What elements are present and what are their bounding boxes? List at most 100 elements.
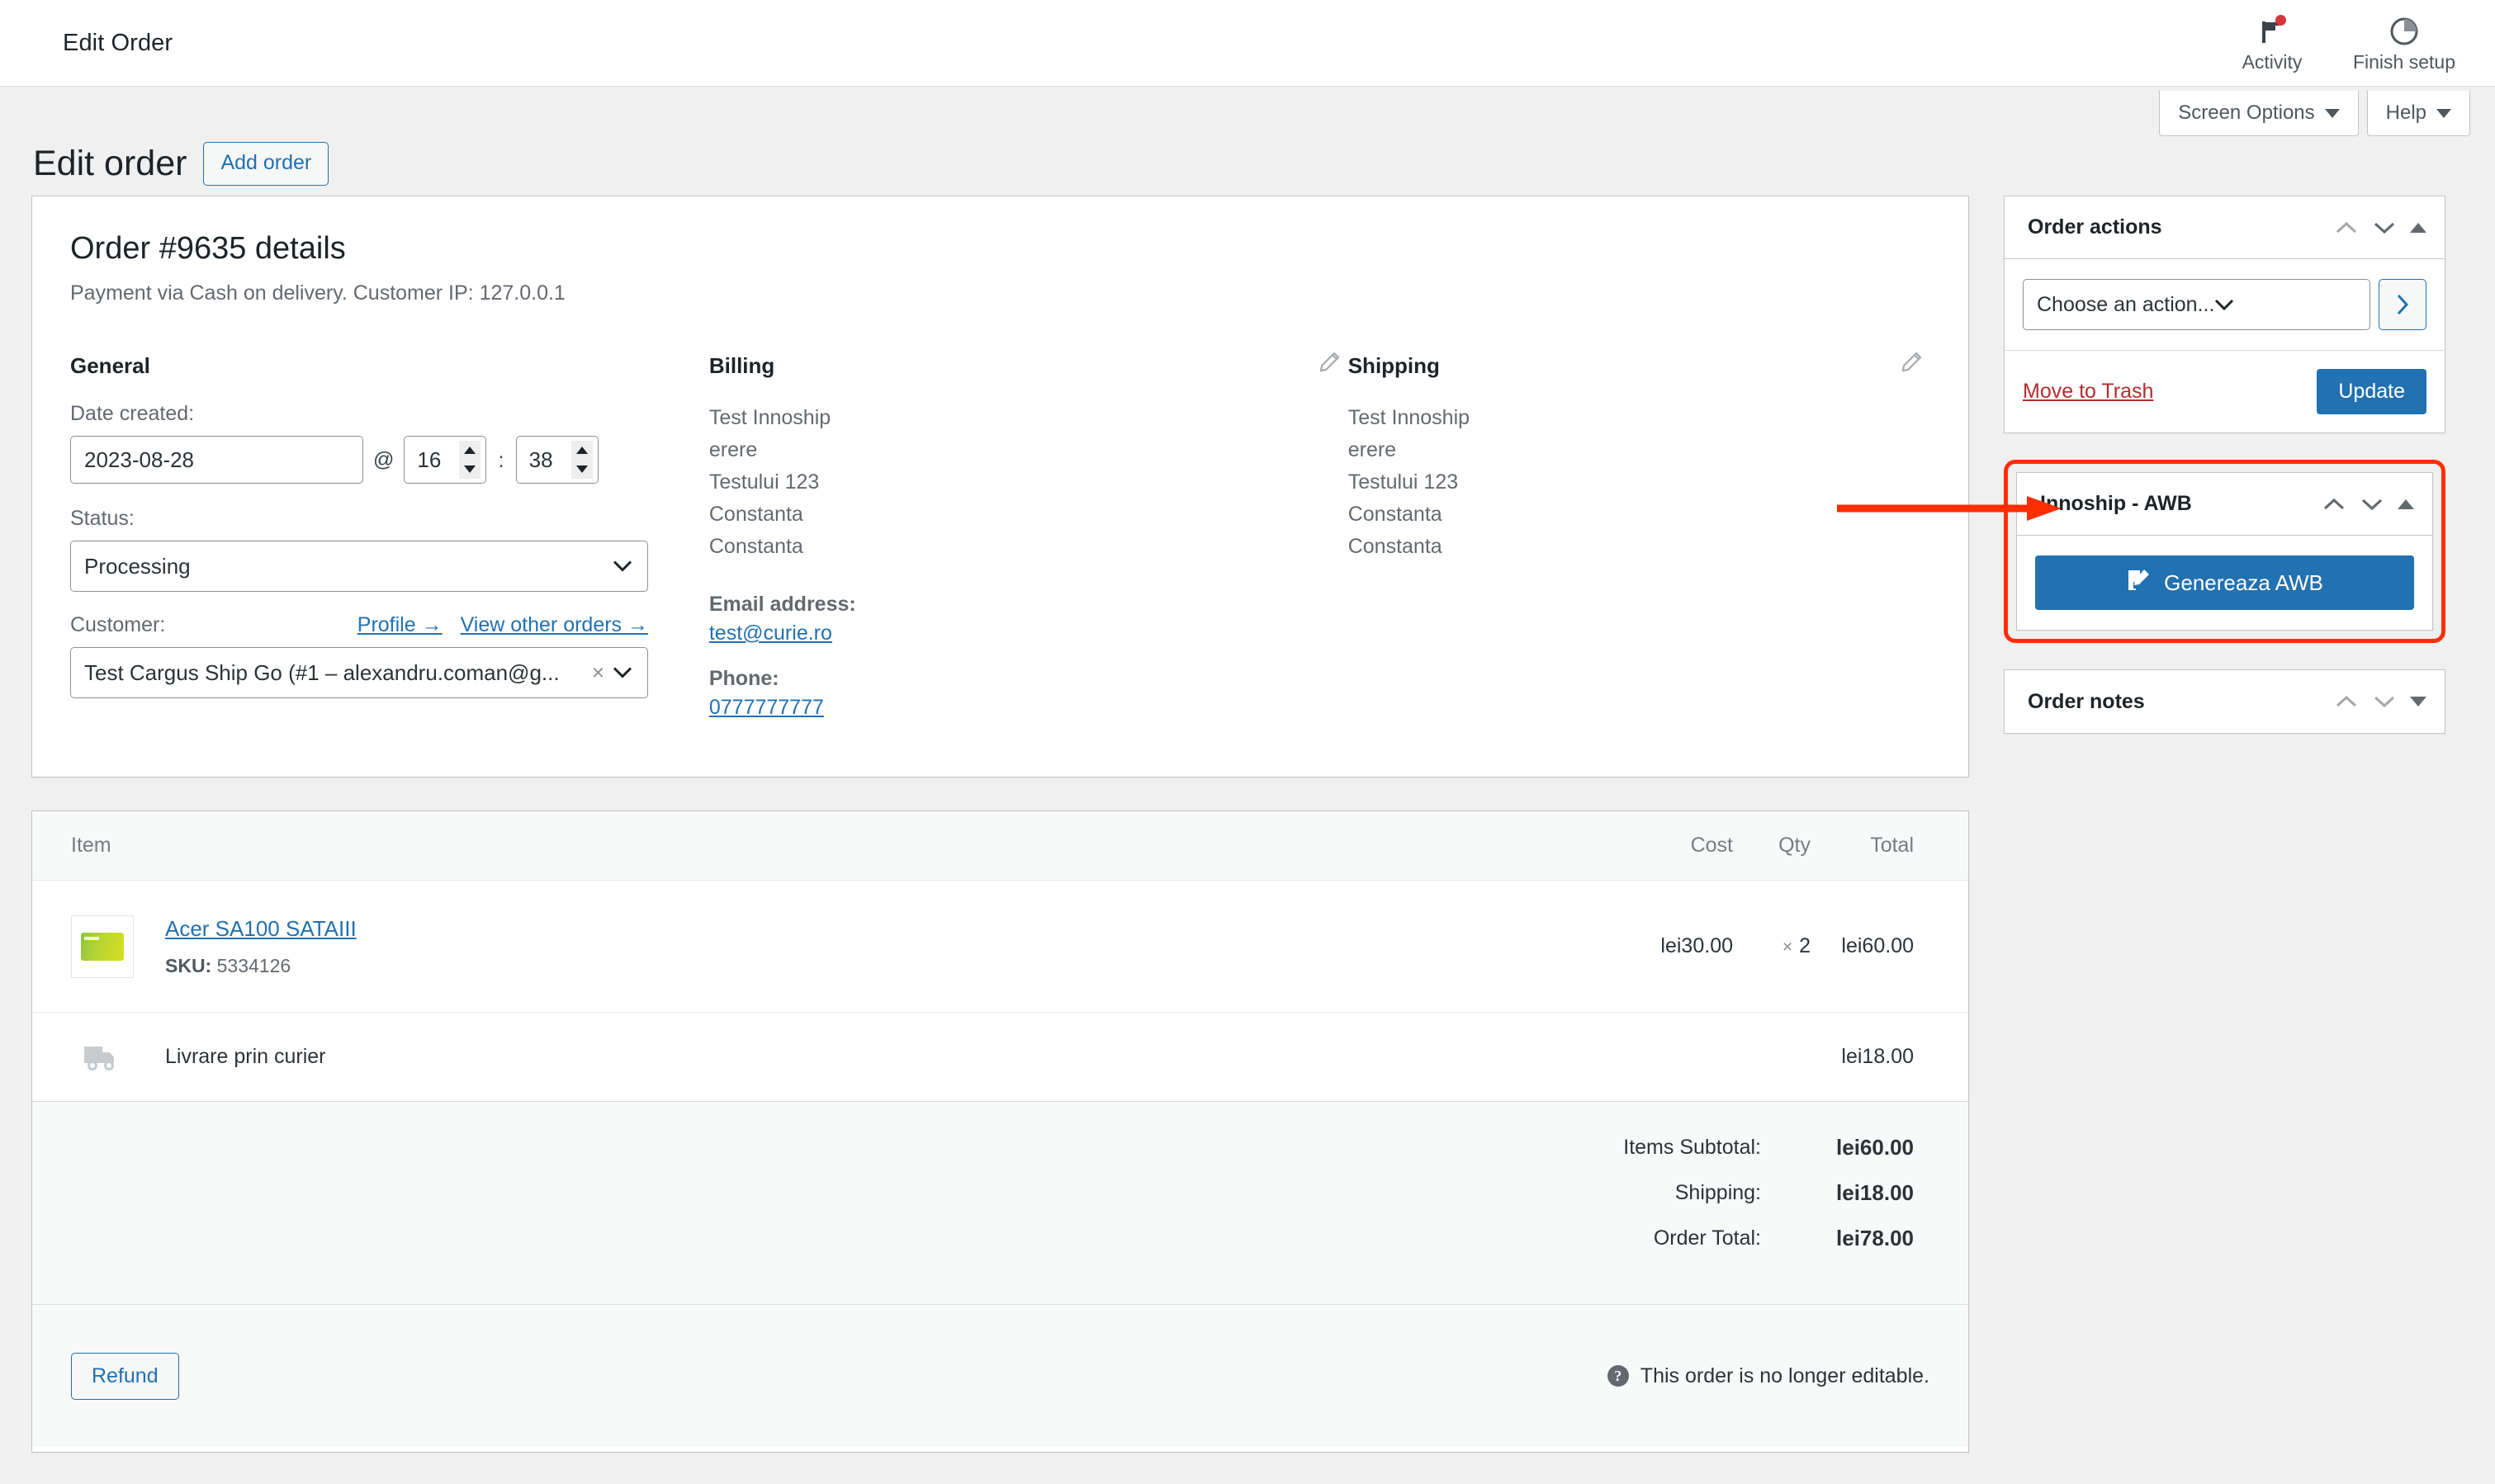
- column-header-total: Total: [1870, 834, 1914, 857]
- toggle-panel-icon[interactable]: [2410, 222, 2426, 233]
- edit-shipping-icon[interactable]: [1899, 350, 1924, 379]
- generate-awb-button[interactable]: Genereaza AWB: [2035, 555, 2414, 610]
- truck-icon: [71, 1043, 134, 1071]
- chevron-down-icon: [464, 466, 476, 473]
- toggle-panel-icon[interactable]: [2410, 697, 2426, 707]
- edit-billing-icon[interactable]: [1317, 350, 1342, 379]
- move-up-icon[interactable]: [2334, 220, 2359, 236]
- screen-meta-bar: Screen Options Help: [2159, 91, 2470, 136]
- add-order-button[interactable]: Add order: [203, 141, 329, 186]
- items-subtotal-label: Items Subtotal:: [1623, 1136, 1761, 1159]
- move-to-trash-link[interactable]: Move to Trash: [2023, 380, 2153, 404]
- shipping-address-line: Constanta: [1347, 535, 1442, 558]
- move-down-icon[interactable]: [2372, 693, 2397, 710]
- general-column: General Date created: @ 16 : 38: [70, 353, 709, 741]
- shipping-line-row[interactable]: Livrare prin curier lei18.00: [32, 1013, 1968, 1102]
- totals-row: Items Subtotal: lei60.00: [32, 1135, 1914, 1160]
- billing-column: Billing Test Innoship erere Testului 123…: [708, 350, 1348, 741]
- move-up-icon[interactable]: [2334, 693, 2359, 710]
- not-editable-notice: ? This order is no longer editable.: [1607, 1364, 1929, 1388]
- sku-value: 5334126: [216, 954, 291, 976]
- order-total-label: Order Total:: [1653, 1226, 1761, 1250]
- order-notes-header: Order notes: [2005, 670, 2445, 733]
- clear-customer-icon[interactable]: ×: [592, 660, 604, 686]
- cell-total: lei60.00: [1841, 934, 1914, 957]
- phone-label: Phone:: [708, 667, 779, 690]
- order-notes-title: Order notes: [2028, 689, 2145, 713]
- minute-spinner-buttons[interactable]: [570, 441, 593, 479]
- cell-cost: lei30.00: [1660, 934, 1733, 957]
- chevron-down-icon: [575, 466, 588, 473]
- table-row[interactable]: Acer SA100 SATAIII SKU: 5334126 lei30.00…: [32, 881, 1968, 1013]
- order-total-value: lei78.00: [1836, 1226, 1914, 1250]
- email-address-link[interactable]: test@curie.ro: [709, 621, 832, 645]
- status-select[interactable]: Processing: [70, 541, 648, 592]
- date-created-label: Date created:: [70, 402, 195, 425]
- sidebar: Order actions Choose an action... Move t…: [2004, 196, 2445, 760]
- shipping-address: Test Innoship erere Testului 123 Constan…: [1348, 402, 1930, 563]
- admin-bar: Edit Order Activity Finish setup: [0, 0, 2495, 87]
- shipping-total: lei18.00: [1841, 1045, 1914, 1068]
- order-notes-panel: Order notes: [2004, 669, 2445, 734]
- billing-address-line: Test Innoship: [708, 406, 831, 429]
- items-subtotal-value: lei60.00: [1836, 1135, 1914, 1160]
- product-image: [81, 932, 124, 961]
- billing-address-line: Constanta: [708, 503, 803, 526]
- move-up-icon[interactable]: [2322, 496, 2346, 513]
- multiply-symbol: ×: [1782, 938, 1793, 957]
- screen-options-button[interactable]: Screen Options: [2159, 91, 2359, 136]
- shipping-column: Shipping Test Innoship erere Testului 12…: [1348, 350, 1930, 741]
- order-actions-title: Order actions: [2028, 215, 2162, 239]
- hour-value: 16: [417, 447, 442, 472]
- shipping-method-name: Livrare prin curier: [165, 1045, 326, 1068]
- order-actions-panel: Order actions Choose an action... Move t…: [2004, 196, 2445, 433]
- generate-awb-label: Genereaza AWB: [2164, 569, 2323, 595]
- billing-address-line: Constanta: [708, 535, 803, 558]
- order-items-panel: Item Cost Qty Total Acer SA100 SATAIII S…: [31, 811, 1969, 1453]
- phone-link[interactable]: 0777777777: [709, 696, 824, 720]
- order-action-select[interactable]: Choose an action...: [2023, 279, 2370, 330]
- billing-address: Test Innoship erere Testului 123 Constan…: [709, 402, 1348, 563]
- view-other-orders-link[interactable]: View other orders →: [461, 613, 648, 637]
- chevron-down-icon: [613, 667, 632, 679]
- chevron-down-icon: [2214, 299, 2234, 311]
- apply-action-button[interactable]: [2379, 279, 2426, 330]
- move-down-icon[interactable]: [2360, 496, 2384, 513]
- chevron-down-icon: [613, 560, 632, 573]
- status-label: Status:: [70, 507, 135, 530]
- totals-row: Order Total: lei78.00: [32, 1226, 1914, 1251]
- innoship-awb-panel: Innoship - AWB Genereaza AWB: [2016, 472, 2433, 631]
- toggle-panel-icon[interactable]: [2398, 499, 2414, 509]
- order-totals: Items Subtotal: lei60.00 Shipping: lei18…: [32, 1102, 1968, 1305]
- move-down-icon[interactable]: [2372, 220, 2397, 236]
- refund-button[interactable]: Refund: [71, 1352, 179, 1400]
- profile-link[interactable]: Profile →: [357, 613, 443, 637]
- cell-qty: × 2: [1733, 934, 1824, 958]
- minute-stepper[interactable]: 38: [515, 436, 599, 484]
- product-name-link[interactable]: Acer SA100 SATAIII: [165, 916, 357, 942]
- customer-value: Test Cargus Ship Go (#1 – alexandru.coma…: [84, 659, 560, 685]
- activity-button[interactable]: Activity: [2206, 0, 2338, 87]
- column-header-qty: Qty: [1778, 834, 1811, 857]
- shipping-address-line: Testului 123: [1347, 470, 1459, 494]
- chevron-down-icon: [2436, 108, 2451, 118]
- billing-address-line: erere: [708, 438, 758, 461]
- column-header-item: Item: [71, 834, 111, 857]
- date-created-input[interactable]: [70, 436, 363, 484]
- hour-stepper[interactable]: 16: [404, 436, 487, 484]
- page-title: Edit order: [33, 143, 187, 183]
- shipping-total-value: lei18.00: [1836, 1180, 1914, 1205]
- update-button[interactable]: Update: [2317, 369, 2426, 414]
- chevron-down-icon: [2324, 108, 2340, 118]
- order-details-panel: Order #9635 details Payment via Cash on …: [31, 196, 1969, 777]
- qty-value: 2: [1799, 934, 1811, 957]
- finish-setup-button[interactable]: Finish setup: [2338, 0, 2470, 87]
- product-sku: SKU: 5334126: [165, 955, 357, 977]
- customer-select[interactable]: Test Cargus Ship Go (#1 – alexandru.coma…: [70, 647, 648, 698]
- customer-label: Customer:: [70, 613, 166, 636]
- email-address-label: Email address:: [708, 593, 856, 616]
- question-mark-icon[interactable]: ?: [1607, 1365, 1629, 1387]
- hour-spinner-buttons[interactable]: [459, 441, 481, 479]
- help-button[interactable]: Help: [2366, 91, 2470, 136]
- shipping-address-line: Constanta: [1347, 503, 1442, 526]
